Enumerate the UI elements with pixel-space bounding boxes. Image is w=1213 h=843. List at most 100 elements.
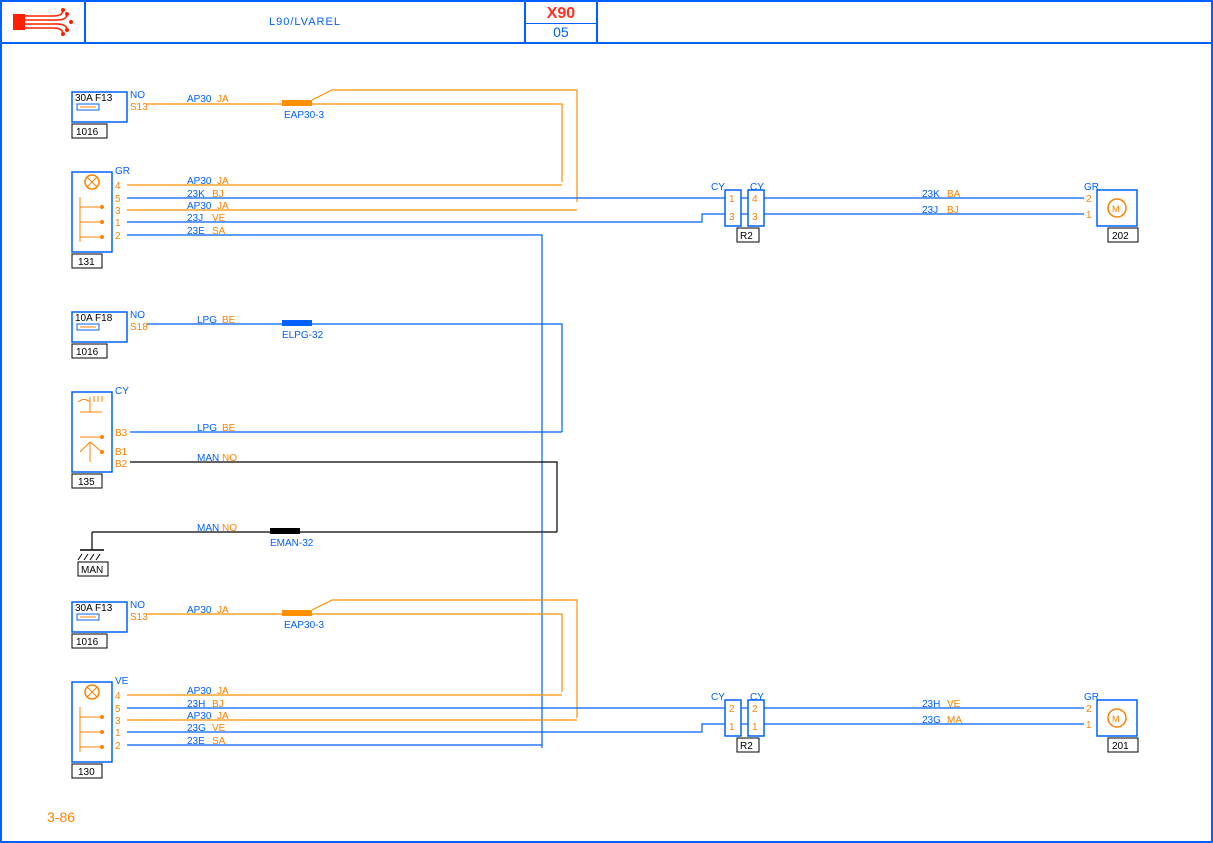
conn-color: GR (1084, 182, 1099, 193)
logo-cell (2, 2, 86, 42)
pin: 1 (1086, 720, 1092, 731)
conn-color: CY (750, 692, 764, 703)
pin: 5 (115, 194, 121, 205)
wire-label: 23G (187, 723, 206, 734)
wire-color: SA (212, 736, 226, 747)
pin: 2 (752, 704, 758, 715)
wiring-diagram-page: L90/LVAREL X90 05 30A F13 NO S13 1016 AP… (0, 0, 1213, 843)
wire-label: AP30 (187, 605, 212, 616)
wire-color: BA (947, 189, 961, 200)
code-sub: 05 (526, 23, 596, 40)
wire-color: JA (217, 686, 229, 697)
connector-135: CY B3 B1 B2 135 (72, 386, 129, 488)
connector-131: GR 4 5 3 1 2 131 (72, 166, 130, 268)
wire-color: VE (212, 213, 226, 224)
wire-color: BJ (212, 189, 224, 200)
pin: 2 (1086, 704, 1092, 715)
pin: B3 (115, 428, 128, 439)
wire-color: JA (217, 711, 229, 722)
pin-num: S13 (130, 102, 148, 113)
circuit-logo-icon (13, 8, 73, 36)
connector-130: VE 4 5 3 1 2 130 (72, 676, 129, 778)
component-id: 135 (78, 477, 95, 488)
conn-color: CY (711, 182, 725, 193)
component-id: 130 (78, 767, 95, 778)
conn-color: GR (115, 166, 130, 177)
fuse-rating: 30A F13 (75, 603, 113, 614)
wire-color: BJ (947, 205, 959, 216)
wire-label: 23G (922, 715, 941, 726)
connector-202: M GR 2 1 202 (1084, 182, 1138, 242)
svg-text:M: M (1112, 204, 1120, 214)
wire-color: JA (217, 201, 229, 212)
diagram-code: X90 05 (526, 2, 598, 42)
pin: 1 (115, 218, 121, 229)
pin: 2 (1086, 194, 1092, 205)
splice-label: ELPG-32 (282, 330, 324, 341)
wire-label: MAN (197, 453, 219, 464)
wire-label: 23K (922, 189, 940, 200)
page-number: 3-86 (47, 809, 75, 825)
pin: 2 (115, 231, 121, 242)
conn-color: GR (1084, 692, 1099, 703)
wire-label: 23H (187, 699, 205, 710)
wire-label: AP30 (187, 201, 212, 212)
wire-color: BE (222, 423, 236, 434)
conn-color: CY (711, 692, 725, 703)
fuse-rating: 30A F13 (75, 93, 113, 104)
wire-label: 23H (922, 699, 940, 710)
wire-color: VE (212, 723, 226, 734)
wire-color: SA (212, 226, 226, 237)
wire-label: AP30 (187, 94, 212, 105)
wire-label: 23J (187, 213, 203, 224)
ground-man: MAN (78, 532, 108, 576)
pin: 4 (115, 181, 121, 192)
pin: B1 (115, 447, 128, 458)
component-id: 202 (1112, 231, 1129, 242)
pin: 2 (729, 704, 735, 715)
pin-num: S18 (130, 322, 148, 333)
pin: 1 (729, 194, 735, 205)
component-id: 1016 (76, 637, 99, 648)
document-title: L90/LVAREL (86, 2, 526, 42)
component-id: 201 (1112, 741, 1129, 752)
wire-color: BE (222, 315, 236, 326)
code-main: X90 (526, 5, 596, 23)
wire-label: AP30 (187, 176, 212, 187)
svg-text:M: M (1112, 714, 1120, 724)
pin: 2 (115, 741, 121, 752)
component-id: R2 (740, 231, 753, 242)
pin-label: NO (130, 600, 145, 611)
pin-label: NO (130, 90, 145, 101)
wire-label: 23J (922, 205, 938, 216)
pin: 5 (115, 704, 121, 715)
conn-color: VE (115, 676, 129, 687)
pin: 3 (752, 212, 758, 223)
fuse-block-1016-b: 10A F18 NO S18 1016 (72, 310, 148, 358)
pin: B2 (115, 459, 128, 470)
pin: 1 (115, 728, 121, 739)
pin: 3 (729, 212, 735, 223)
wire-label: LPG (197, 315, 217, 326)
pin: 3 (115, 716, 121, 727)
wire-color: JA (217, 176, 229, 187)
pin: 4 (115, 691, 121, 702)
component-id: R2 (740, 741, 753, 752)
component-id: 1016 (76, 347, 99, 358)
wire-label: 23E (187, 736, 205, 747)
wire-label: AP30 (187, 711, 212, 722)
pin: 1 (1086, 210, 1092, 221)
component-id: 131 (78, 257, 95, 268)
pin: 3 (115, 206, 121, 217)
connector-r2-bottom: CY CY 2 1 2 1 R2 (711, 692, 764, 752)
wire-color: MA (947, 715, 962, 726)
pin: 1 (752, 722, 758, 733)
header-bar: L90/LVAREL X90 05 (2, 2, 1211, 44)
pin-num: S13 (130, 612, 148, 623)
wire-label: MAN (197, 523, 219, 534)
wire-color: JA (217, 605, 229, 616)
component-id: MAN (81, 565, 103, 576)
connector-r2-top: CY CY 1 3 4 3 R2 (711, 182, 764, 242)
wiring-diagram-svg: 30A F13 NO S13 1016 AP30 JA EAP30-3 GR 4… (2, 42, 1211, 841)
header-spacer (598, 2, 1211, 42)
